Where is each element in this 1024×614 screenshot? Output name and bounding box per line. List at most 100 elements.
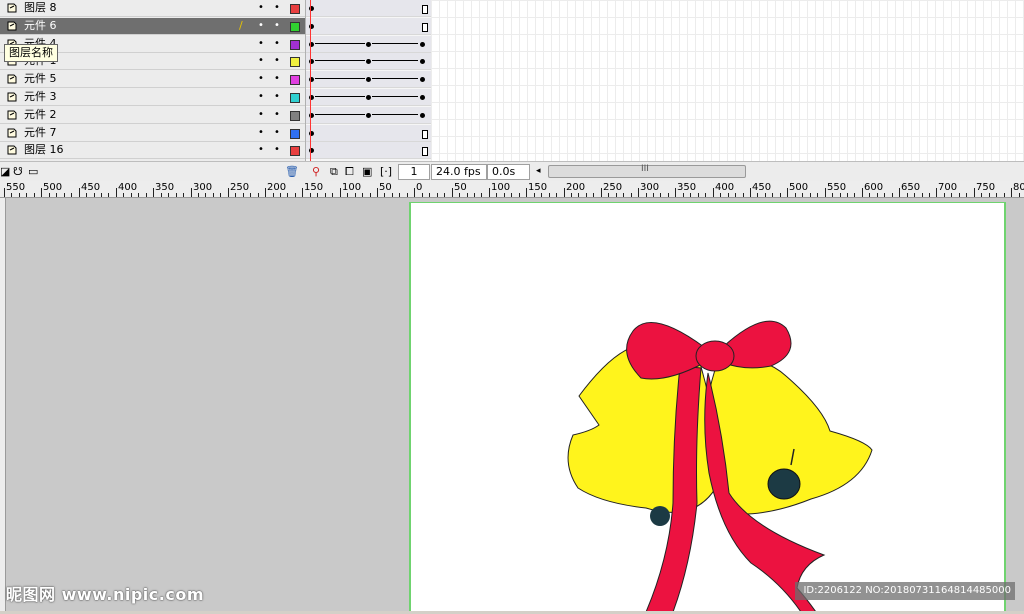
frame-rate-field[interactable]: 24.0 fps (431, 164, 487, 180)
lock-dot-icon[interactable]: • (274, 127, 280, 139)
keyframe-dot[interactable] (420, 113, 425, 118)
outline-color-swatch[interactable] (290, 129, 300, 139)
outline-color-swatch[interactable] (290, 57, 300, 67)
keyframe-dot[interactable] (366, 42, 371, 47)
visibility-dot-icon[interactable]: • (258, 2, 264, 14)
ruler-minor-tick (220, 193, 221, 197)
lock-dot-icon[interactable]: • (274, 55, 280, 67)
ruler-minor-tick (384, 193, 385, 197)
layer-row[interactable]: 图层 8 • • (0, 0, 305, 17)
frame-row[interactable] (306, 53, 431, 70)
layer-name: 元件 6 (24, 19, 57, 32)
christmas-bells-artwork[interactable] (411, 203, 1004, 613)
ruler-minor-tick (250, 193, 251, 197)
visibility-dot-icon[interactable]: • (258, 109, 264, 121)
layer-row[interactable]: 元件 2 • • (0, 107, 305, 124)
frame-row[interactable] (306, 71, 431, 88)
add-motion-guide-icon[interactable]: ☋ (13, 165, 23, 178)
layer-row[interactable]: 元件 7 • • (0, 125, 305, 142)
frame-row[interactable] (306, 36, 431, 53)
frame-row[interactable] (306, 142, 431, 159)
center-frame-icon[interactable]: ⚲ (312, 165, 320, 178)
frame-row[interactable] (306, 89, 431, 106)
ruler-major-tick (377, 188, 378, 197)
keyframe-dot[interactable] (420, 95, 425, 100)
frame-row[interactable] (306, 107, 431, 124)
layer-row[interactable]: 元件 5 • • (0, 71, 305, 88)
scroll-left-arrow[interactable]: ◂ (536, 165, 541, 178)
visibility-dot-icon[interactable]: • (258, 38, 264, 50)
ruler-minor-tick (608, 193, 609, 197)
visibility-dot-icon[interactable]: • (258, 55, 264, 67)
keyframe-dot[interactable] (366, 59, 371, 64)
lock-dot-icon[interactable]: • (274, 144, 280, 156)
keyframe-dot[interactable] (420, 77, 425, 82)
tween-arrow (315, 43, 365, 44)
ruler-label: 300 (193, 182, 213, 193)
layer-row[interactable]: 元件 6 / • • (0, 18, 305, 35)
timeline-scrollbar[interactable]: III (548, 164, 746, 178)
ruler-label: 250 (230, 182, 250, 193)
right-bell[interactable] (705, 358, 873, 515)
frame-row[interactable] (306, 18, 431, 35)
keyframe-dot[interactable] (366, 113, 371, 118)
ruler-minor-tick (86, 193, 87, 197)
empty-frames-area[interactable] (431, 0, 1024, 161)
ruler-label: 750 (976, 182, 996, 193)
lock-dot-icon[interactable]: • (274, 109, 280, 121)
layer-row[interactable]: 元件 3 • • (0, 89, 305, 106)
layer-page-icon (7, 110, 17, 120)
tween-arrow (372, 96, 418, 97)
frame-grid[interactable] (305, 0, 431, 161)
outline-color-swatch[interactable] (290, 4, 300, 14)
frame-row[interactable] (306, 125, 431, 142)
visibility-dot-icon[interactable]: • (258, 127, 264, 139)
outline-color-swatch[interactable] (290, 146, 300, 156)
ruler-major-tick (638, 188, 639, 197)
outline-color-swatch[interactable] (290, 75, 300, 85)
ruler-minor-tick (392, 193, 393, 197)
lock-dot-icon[interactable]: • (274, 73, 280, 85)
visibility-dot-icon[interactable]: • (258, 91, 264, 103)
ruler-minor-tick (832, 193, 833, 197)
lock-dot-icon[interactable]: • (274, 91, 280, 103)
keyframe-dot[interactable] (420, 59, 425, 64)
outline-color-swatch[interactable] (290, 22, 300, 32)
ruler-minor-tick (370, 193, 371, 197)
keyframe-dot[interactable] (366, 95, 371, 100)
edit-multiple-frames-icon[interactable]: ▣ (362, 165, 372, 178)
right-clapper (767, 468, 801, 500)
keyframe-dot[interactable] (366, 77, 371, 82)
ruler-minor-tick (422, 193, 423, 197)
insert-folder-icon[interactable]: ▭ (28, 165, 38, 178)
new-layer-icon[interactable]: ◪ (0, 165, 10, 178)
layer-row[interactable]: 图层 16 • • (0, 142, 305, 159)
ruler-label: 200 (267, 182, 287, 193)
visibility-dot-icon[interactable]: • (258, 73, 264, 85)
outline-color-swatch[interactable] (290, 93, 300, 103)
lock-dot-icon[interactable]: • (274, 2, 280, 14)
ruler-label: 550 (827, 182, 847, 193)
stage[interactable] (409, 202, 1006, 613)
keyframe-dot[interactable] (420, 42, 425, 47)
trash-icon[interactable]: 🗑 (285, 165, 299, 178)
ruler-minor-tick (646, 193, 647, 197)
visibility-dot-icon[interactable]: • (258, 20, 264, 32)
ruler-major-tick (825, 188, 826, 197)
outline-color-swatch[interactable] (290, 111, 300, 121)
onion-skin-icon[interactable]: ⧉ (330, 165, 338, 178)
ruler-minor-tick (593, 193, 594, 197)
ruler-minor-tick (556, 193, 557, 197)
ruler-minor-tick (19, 193, 20, 197)
modify-markers-icon[interactable]: [·] (380, 165, 392, 178)
visibility-dot-icon[interactable]: • (258, 144, 264, 156)
frame-row[interactable] (306, 0, 431, 17)
ruler-minor-tick (735, 193, 736, 197)
lock-dot-icon[interactable]: • (274, 38, 280, 50)
playhead[interactable] (310, 0, 311, 161)
ruler-minor-tick (922, 193, 923, 197)
onion-outline-icon[interactable]: ⧠ (345, 165, 354, 178)
lock-dot-icon[interactable]: • (274, 20, 280, 32)
outline-color-swatch[interactable] (290, 40, 300, 50)
ruler-minor-tick (705, 193, 706, 197)
